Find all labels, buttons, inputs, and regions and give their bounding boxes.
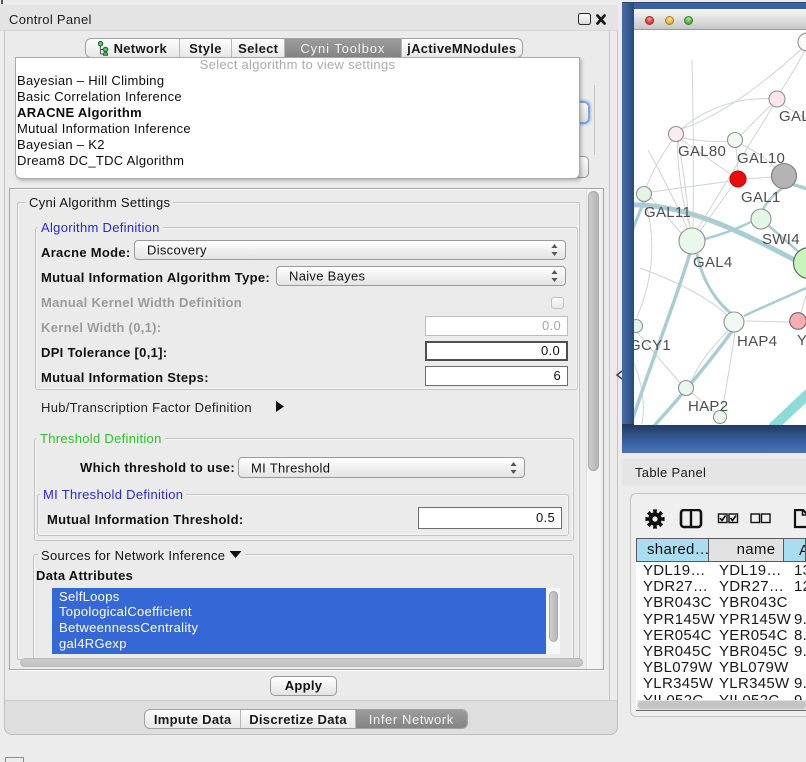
svg-text:YM: YM — [797, 332, 806, 349]
svg-text:GCY1: GCY1 — [634, 337, 671, 354]
svg-text:GAL11: GAL11 — [644, 204, 691, 221]
svg-text:SWI4: SWI4 — [762, 231, 800, 248]
svg-text:GAL2: GAL2 — [779, 108, 806, 125]
svg-text:GAL4: GAL4 — [693, 254, 733, 271]
svg-text:HAP4: HAP4 — [737, 333, 777, 350]
svg-text:GAL10: GAL10 — [737, 150, 785, 167]
svg-text:HAP2: HAP2 — [688, 398, 728, 415]
svg-text:GAL1: GAL1 — [741, 189, 781, 206]
svg-text:GAL80: GAL80 — [678, 143, 726, 160]
